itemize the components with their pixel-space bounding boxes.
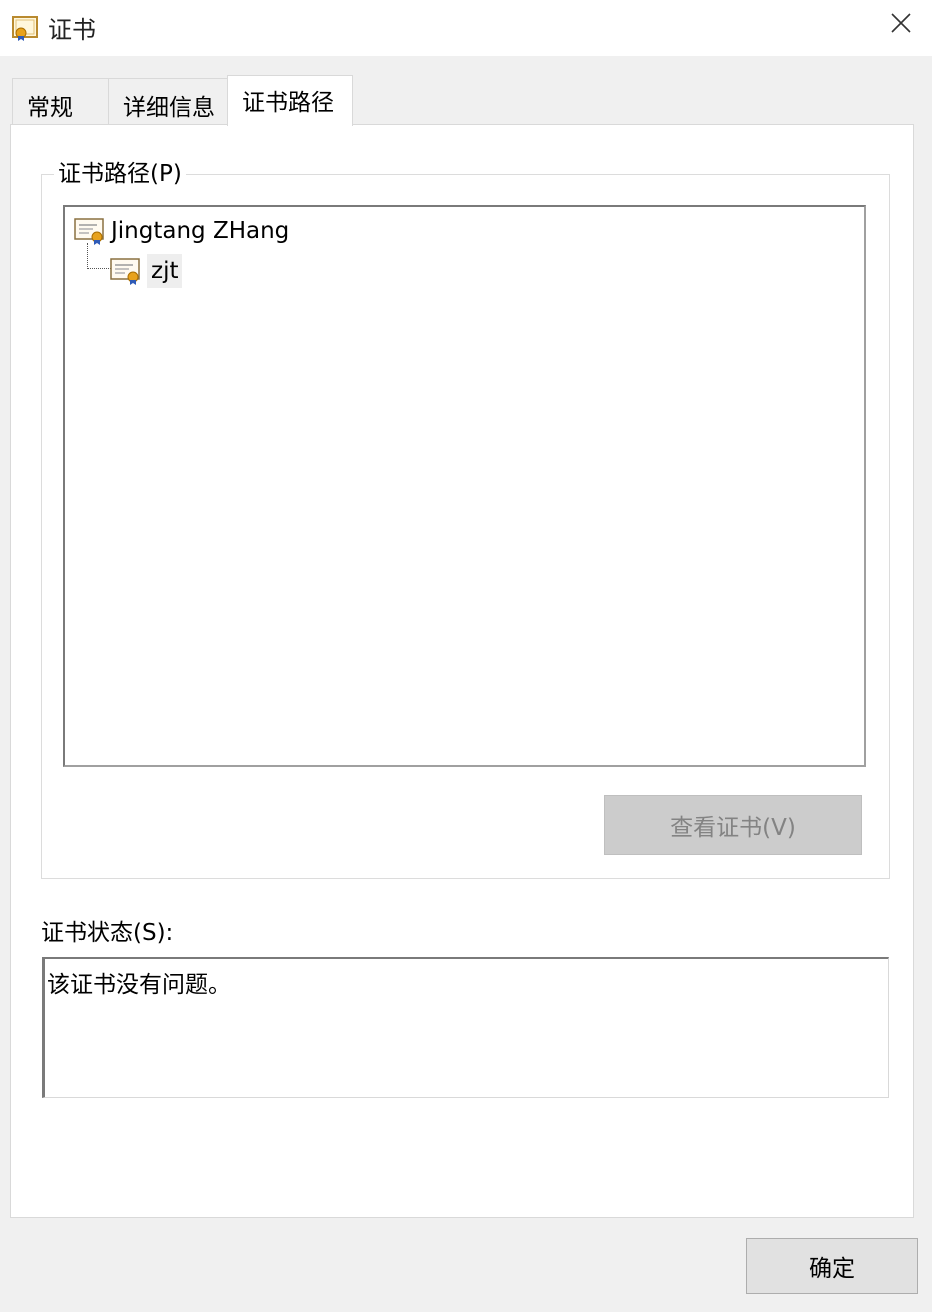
certificate-status-label: 证书状态(S): (41, 920, 174, 946)
tree-node-label: Jingtang ZHang (111, 218, 290, 244)
certification-path-group: 证书路径(P) Jingtang ZHang zjt 查看证书(V) (41, 159, 890, 879)
tab-general[interactable]: 常规 (12, 78, 109, 124)
certificate-dialog: 证书 常规 详细信息 证书路径 证书路径(P) Jingtang ZHang z… (0, 0, 932, 1312)
certification-path-tree[interactable]: Jingtang ZHang zjt (63, 205, 866, 767)
tab-panel: 证书路径(P) Jingtang ZHang zjt 查看证书(V) 证书状态(… (10, 124, 914, 1218)
certificate-icon (73, 216, 105, 246)
close-icon (890, 12, 912, 40)
tree-connector (87, 268, 111, 269)
view-certificate-button[interactable]: 查看证书(V) (604, 795, 862, 855)
group-label: 证书路径(P) (54, 159, 186, 189)
tree-node-label: zjt (147, 254, 183, 288)
certificate-status-text[interactable]: 该证书没有问题。 (42, 957, 889, 1098)
tree-node-root[interactable]: Jingtang ZHang (73, 213, 289, 249)
certificate-icon (12, 14, 40, 42)
certificate-icon (109, 256, 141, 286)
ok-button[interactable]: 确定 (746, 1238, 918, 1294)
tree-node-child[interactable]: zjt (109, 253, 183, 289)
close-button[interactable] (870, 0, 932, 52)
title-bar: 证书 (0, 0, 932, 56)
tab-details[interactable]: 详细信息 (108, 78, 228, 124)
tab-certification-path[interactable]: 证书路径 (227, 75, 353, 126)
window-title: 证书 (48, 16, 96, 44)
